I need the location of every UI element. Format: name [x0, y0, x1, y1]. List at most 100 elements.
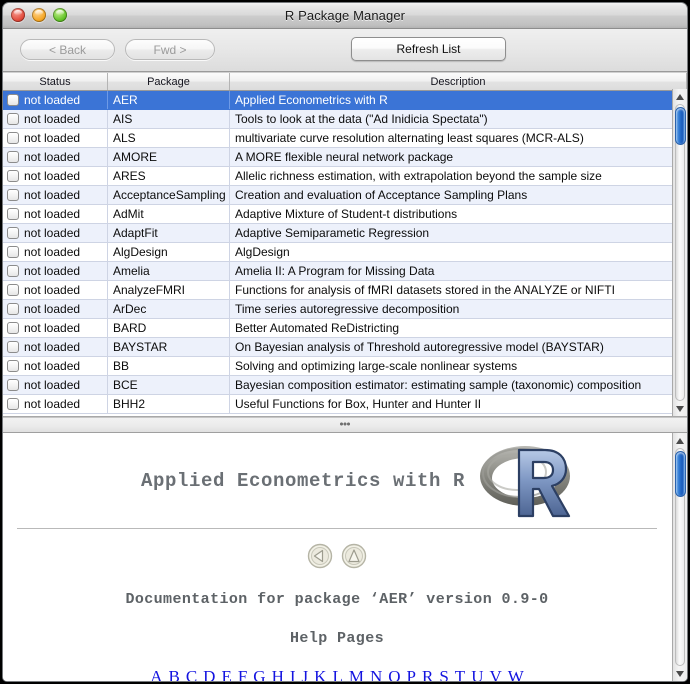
scroll-down-arrow-icon[interactable]: [673, 401, 687, 416]
alphabet-index[interactable]: ABCDEFGHIJKLMNOPRSTUVW: [17, 667, 657, 681]
cell-package: AnalyzeFMRI: [108, 281, 230, 299]
alpha-link-H[interactable]: H: [272, 667, 284, 681]
load-package-checkbox[interactable]: [7, 227, 19, 239]
scroll-down-arrow-icon[interactable]: [673, 666, 687, 681]
table-row[interactable]: not loaded BARD Better Automated ReDistric…: [3, 319, 687, 338]
load-package-checkbox[interactable]: [7, 265, 19, 277]
load-package-checkbox[interactable]: [7, 303, 19, 315]
documentation-scrollbar[interactable]: [672, 433, 687, 681]
alpha-link-P[interactable]: P: [407, 667, 416, 681]
table-row[interactable]: not loaded BB Solving and optimizing large…: [3, 357, 687, 376]
table-row[interactable]: not loaded AdaptFit Adaptive Semiparametic…: [3, 224, 687, 243]
table-row[interactable]: not loaded AcceptanceSampling Creation and…: [3, 186, 687, 205]
load-package-checkbox[interactable]: [7, 170, 19, 182]
scrollbar-thumb[interactable]: [675, 107, 686, 145]
alpha-link-N[interactable]: N: [370, 667, 382, 681]
status-label: not loaded: [24, 150, 81, 164]
table-row[interactable]: not loaded ARES Allelic richness estimatio…: [3, 167, 687, 186]
alpha-link-K[interactable]: K: [314, 667, 326, 681]
table-row[interactable]: not loaded AIS Tools to look at the data (…: [3, 110, 687, 129]
cell-status: not loaded: [3, 262, 108, 280]
minimize-button[interactable]: [32, 8, 46, 22]
alpha-link-D[interactable]: D: [203, 667, 215, 681]
alpha-link-T[interactable]: T: [455, 667, 465, 681]
doc-title: Applied Econometrics with R: [140, 469, 466, 492]
r-project-logo: [480, 445, 571, 517]
alpha-link-R[interactable]: R: [422, 667, 433, 681]
load-package-checkbox[interactable]: [7, 322, 19, 334]
alpha-link-W[interactable]: W: [508, 667, 524, 681]
alpha-link-G[interactable]: G: [253, 667, 265, 681]
alpha-link-E[interactable]: E: [221, 667, 231, 681]
table-body[interactable]: not loaded AER Applied Econometrics with R…: [3, 91, 687, 416]
alpha-link-C[interactable]: C: [186, 667, 197, 681]
alpha-link-A[interactable]: A: [150, 667, 162, 681]
package-list-scrollbar[interactable]: [672, 89, 687, 416]
table-row[interactable]: not loaded AnalyzeFMRI Functions for analy…: [3, 281, 687, 300]
alpha-link-I[interactable]: I: [290, 667, 296, 681]
table-row[interactable]: not loaded BAYSTAR On Bayesian analysis of…: [3, 338, 687, 357]
cell-package: BARD: [108, 319, 230, 337]
alpha-link-L[interactable]: L: [332, 667, 342, 681]
column-header-description[interactable]: Description: [230, 73, 687, 90]
load-package-checkbox[interactable]: [7, 284, 19, 296]
table-row[interactable]: not loaded AMORE A MORE flexible neural ne…: [3, 148, 687, 167]
alpha-link-V[interactable]: V: [489, 667, 501, 681]
alpha-link-B[interactable]: B: [168, 667, 179, 681]
scroll-up-arrow-icon[interactable]: [673, 433, 687, 448]
documentation-pane: Applied Econometrics with R Documentatio…: [3, 433, 687, 681]
cell-package: AMORE: [108, 148, 230, 166]
table-row[interactable]: not loaded BHH2 Useful Functions for Box, …: [3, 395, 687, 414]
scrollbar-track[interactable]: [675, 104, 685, 401]
load-package-checkbox[interactable]: [7, 208, 19, 220]
table-row[interactable]: not loaded AER Applied Econometrics with R: [3, 91, 687, 110]
cell-status: not loaded: [3, 167, 108, 185]
table-row[interactable]: not loaded ALS multivariate curve resoluti…: [3, 129, 687, 148]
zoom-button[interactable]: [53, 8, 67, 22]
load-package-checkbox[interactable]: [7, 151, 19, 163]
cell-description: Creation and evaluation of Acceptance Sa…: [235, 188, 528, 202]
status-label: not loaded: [24, 112, 81, 126]
alpha-link-J[interactable]: J: [302, 667, 309, 681]
cell-description: Applied Econometrics with R: [235, 93, 388, 107]
load-package-checkbox[interactable]: [7, 360, 19, 372]
load-package-checkbox[interactable]: [7, 132, 19, 144]
forward-button[interactable]: Fwd >: [125, 39, 215, 60]
app-window: R Package Manager < Back Fwd > Refresh L…: [2, 2, 688, 682]
scroll-up-arrow-icon[interactable]: [673, 89, 687, 104]
load-package-checkbox[interactable]: [7, 113, 19, 125]
alpha-link-F[interactable]: F: [238, 667, 247, 681]
column-header-package[interactable]: Package: [108, 73, 230, 90]
alpha-link-O[interactable]: O: [388, 667, 400, 681]
load-package-checkbox[interactable]: [7, 341, 19, 353]
load-package-checkbox[interactable]: [7, 189, 19, 201]
cell-package: BB: [108, 357, 230, 375]
alpha-link-U[interactable]: U: [471, 667, 483, 681]
scrollbar-thumb[interactable]: [675, 451, 686, 497]
cell-description: multivariate curve resolution alternatin…: [235, 131, 584, 145]
table-row[interactable]: not loaded Amelia Amelia II: A Program for…: [3, 262, 687, 281]
cell-description: A MORE flexible neural network package: [235, 150, 454, 164]
table-row[interactable]: not loaded AdMit Adaptive Mixture of Stude…: [3, 205, 687, 224]
cell-status: not loaded: [3, 376, 108, 394]
column-header-status[interactable]: Status: [3, 73, 108, 90]
alpha-link-S[interactable]: S: [439, 667, 448, 681]
table-row[interactable]: not loaded BCE Bayesian composition estima…: [3, 376, 687, 395]
refresh-list-button[interactable]: Refresh List: [351, 37, 506, 61]
window-title: R Package Manager: [284, 8, 406, 23]
pane-splitter[interactable]: [3, 417, 687, 433]
table-row[interactable]: not loaded AlgDesign AlgDesign: [3, 243, 687, 262]
back-arrow-icon[interactable]: [307, 543, 333, 569]
alpha-link-M[interactable]: M: [349, 667, 364, 681]
load-package-checkbox[interactable]: [7, 379, 19, 391]
back-button[interactable]: < Back: [20, 39, 115, 60]
load-package-checkbox[interactable]: [7, 94, 19, 106]
splitter-grip-icon[interactable]: [338, 421, 352, 427]
table-row[interactable]: not loaded ArDec Time series autoregressiv…: [3, 300, 687, 319]
cell-status: not loaded: [3, 148, 108, 166]
close-button[interactable]: [11, 8, 25, 22]
up-arrow-icon[interactable]: [341, 543, 367, 569]
cell-status: not loaded: [3, 205, 108, 223]
load-package-checkbox[interactable]: [7, 398, 19, 410]
load-package-checkbox[interactable]: [7, 246, 19, 258]
